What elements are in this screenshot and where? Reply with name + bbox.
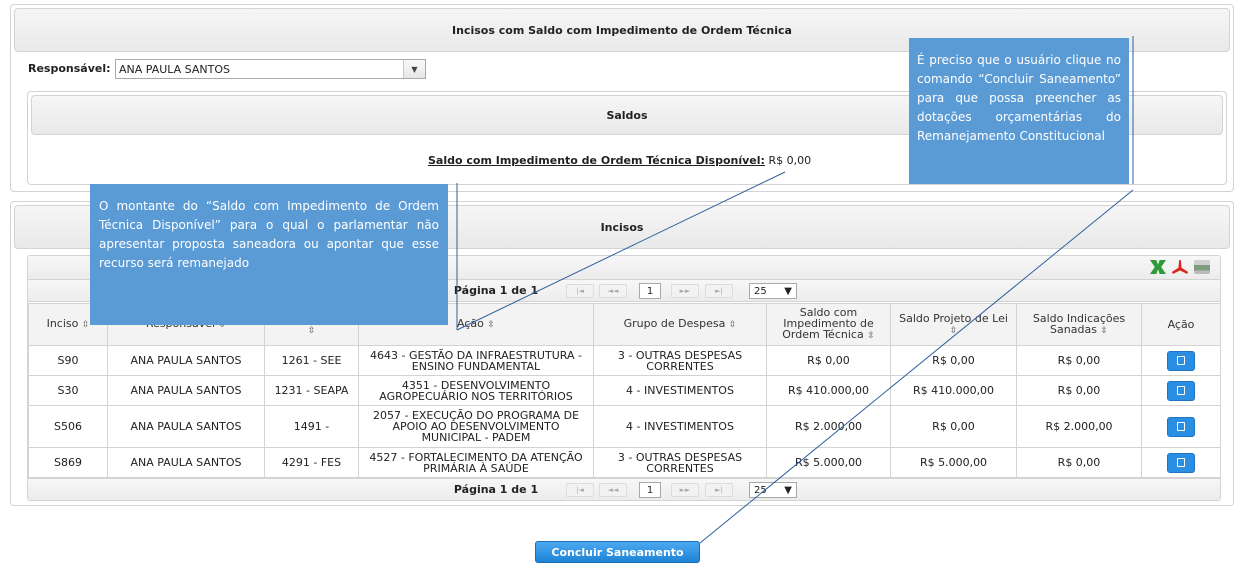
- callout-concluir-saneamento: É preciso que o usuário clique no comand…: [909, 38, 1129, 184]
- callout-saldo-remanejado: O montante do “Saldo com Impedimento de …: [90, 184, 448, 325]
- callout-right-pointer: [699, 189, 1134, 544]
- callout-left-pointer: [456, 171, 786, 331]
